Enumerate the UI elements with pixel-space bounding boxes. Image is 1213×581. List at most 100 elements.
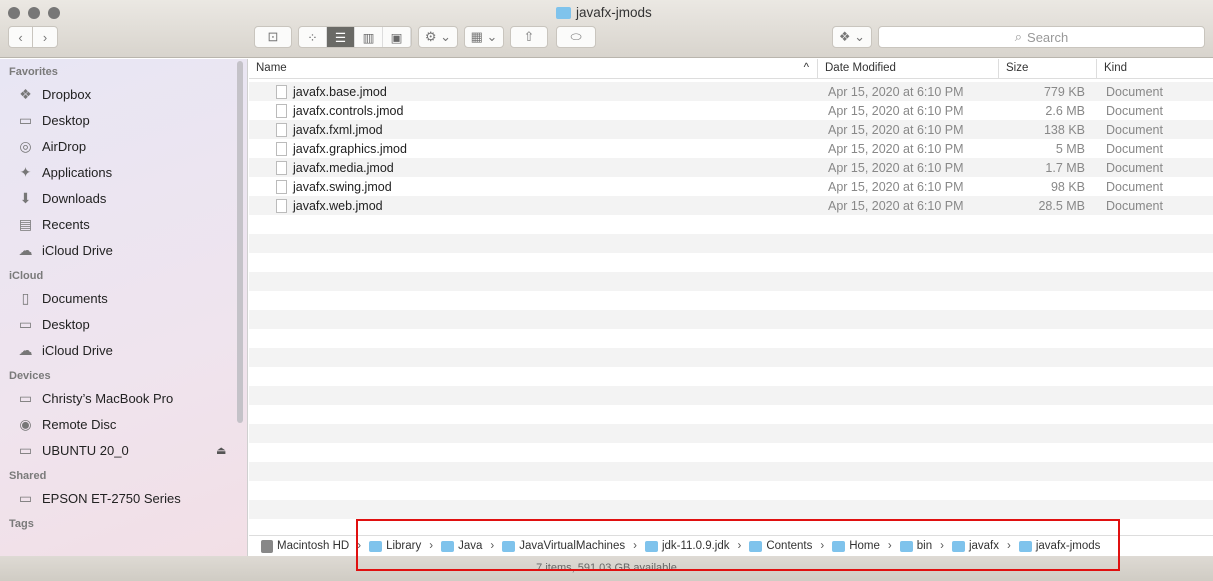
share-button[interactable]: ⇧ — [510, 26, 548, 48]
date-cell: Apr 15, 2020 at 6:10 PM — [828, 160, 964, 175]
sidebar-section-title: Tags — [9, 518, 34, 530]
window-controls — [8, 7, 60, 19]
sidebar-item-icon: ▭ — [18, 441, 33, 458]
file-name: javafx.controls.jmod — [293, 103, 404, 118]
kind-cell: Document — [1106, 198, 1163, 213]
column-view-button[interactable]: ▥ — [355, 27, 383, 47]
file-name-cell: javafx.base.jmod — [249, 84, 818, 99]
sidebar-item-label: Remote Disc — [42, 416, 117, 432]
date-cell: Apr 15, 2020 at 6:10 PM — [828, 179, 964, 194]
table-row[interactable]: javafx.swing.jmod Apr 15, 2020 at 6:10 PM… — [249, 177, 1213, 196]
table-row[interactable]: javafx.fxml.jmod Apr 15, 2020 at 6:10 PM 1… — [249, 120, 1213, 139]
cover-flow-button[interactable]: ▣ — [383, 27, 411, 47]
search-icon: ⌕ — [1014, 29, 1023, 44]
table-row — [249, 481, 1213, 500]
sidebar-item[interactable]: ☁ iCloud Drive — [0, 337, 247, 363]
sidebar-item[interactable]: ⬇ Downloads — [0, 185, 247, 211]
sidebar-item[interactable]: ☁ iCloud Drive — [0, 237, 247, 263]
new-folder-button[interactable]: ⊡ — [254, 26, 292, 48]
sidebar-item-icon: ▭ — [18, 111, 33, 128]
table-row — [249, 253, 1213, 272]
sidebar-item-icon: ▭ — [18, 489, 33, 506]
eject-icon[interactable]: ⏏ — [216, 444, 226, 457]
table-row — [249, 291, 1213, 310]
tag-icon: ⬭ — [570, 29, 582, 44]
document-icon — [276, 160, 287, 175]
kind-cell: Document — [1106, 84, 1163, 99]
gear-icon: ⚙ ⌄ — [424, 29, 452, 44]
column-name-label: Name — [256, 62, 287, 74]
document-icon — [276, 84, 287, 99]
table-row — [249, 367, 1213, 386]
icon-view-button[interactable]: ⁘ — [299, 27, 327, 47]
column-header-date[interactable]: Date Modified — [818, 59, 999, 78]
table-row — [249, 405, 1213, 424]
sidebar-item[interactable]: ▤ Recents — [0, 211, 247, 237]
date-cell: Apr 15, 2020 at 6:10 PM — [828, 122, 964, 137]
sidebar-item-label: Christy’s MacBook Pro — [42, 390, 174, 406]
sidebar-item[interactable]: ▯ Documents — [0, 285, 247, 311]
table-row[interactable]: javafx.web.jmod Apr 15, 2020 at 6:10 PM 28… — [249, 196, 1213, 215]
sidebar-item[interactable]: ✦ Applications — [0, 159, 247, 185]
dropbox-button[interactable]: ❖ ⌄ — [832, 26, 872, 48]
sidebar-item-icon: ☁ — [18, 241, 33, 258]
table-row[interactable]: javafx.base.jmod Apr 15, 2020 at 6:10 PM 7… — [249, 82, 1213, 101]
group-menu-button[interactable]: ▦ ⌄ — [464, 26, 504, 48]
sidebar-section-title: Devices — [9, 370, 51, 382]
table-row[interactable]: javafx.graphics.jmod Apr 15, 2020 at 6:10… — [249, 139, 1213, 158]
sidebar-item[interactable]: ❖ Dropbox — [0, 81, 247, 107]
sidebar-item[interactable]: ▭ Desktop — [0, 311, 247, 337]
file-name: javafx.base.jmod — [293, 84, 387, 99]
file-name: javafx.swing.jmod — [293, 179, 392, 194]
size-cell: 98 KB — [1050, 179, 1085, 194]
path-segment[interactable]: Macintosh HD — [261, 539, 349, 553]
table-row — [249, 215, 1213, 234]
table-row[interactable]: javafx.media.jmod Apr 15, 2020 at 6:10 PM… — [249, 158, 1213, 177]
search-input[interactable]: ⌕ Search — [878, 26, 1205, 48]
back-button[interactable]: ‹ — [8, 26, 33, 48]
tag-button[interactable]: ⬭ — [556, 26, 596, 48]
file-name-cell: javafx.media.jmod — [249, 160, 818, 175]
column-header-kind[interactable]: Kind — [1097, 59, 1134, 78]
sort-ascending-icon: ^ — [803, 62, 809, 74]
document-icon — [276, 198, 287, 213]
size-cell: 1.7 MB — [1045, 160, 1085, 175]
kind-cell: Document — [1106, 122, 1163, 137]
table-row — [249, 272, 1213, 291]
table-row — [249, 500, 1213, 519]
date-cell: Apr 15, 2020 at 6:10 PM — [828, 198, 964, 213]
file-name-cell: javafx.swing.jmod — [249, 179, 818, 194]
sidebar-item-icon: ✦ — [19, 163, 32, 180]
file-rows: javafx.base.jmod Apr 15, 2020 at 6:10 PM 7… — [249, 79, 1213, 535]
size-cell: 779 KB — [1043, 84, 1085, 99]
size-cell: 28.5 MB — [1038, 198, 1085, 213]
column-header-size[interactable]: Size — [999, 59, 1097, 78]
sidebar-item[interactable]: ◎ AirDrop — [0, 133, 247, 159]
table-row — [249, 329, 1213, 348]
size-cell: 138 KB — [1043, 122, 1085, 137]
document-icon — [276, 122, 287, 137]
sidebar-item[interactable]: ▭ EPSON ET-2750 Series — [0, 485, 247, 511]
sidebar-item-icon: ▭ — [18, 315, 33, 332]
sidebar-item[interactable]: ▭ Desktop — [0, 107, 247, 133]
size-cell: 2.6 MB — [1045, 103, 1085, 118]
column-header-name[interactable]: Name ^ — [249, 59, 818, 78]
action-menu-button[interactable]: ⚙ ⌄ — [418, 26, 458, 48]
sidebar-scrollbar[interactable] — [237, 61, 243, 423]
minimize-button[interactable] — [28, 7, 40, 19]
file-name-cell: javafx.fxml.jmod — [249, 122, 818, 137]
sidebar-item[interactable]: ◉ Remote Disc — [0, 411, 247, 437]
sidebar: Favorites ❖ Dropbox ▭ Desktop ◎ AirDrop ✦ Applic… — [0, 59, 248, 556]
table-row[interactable]: javafx.controls.jmod Apr 15, 2020 at 6:10… — [249, 101, 1213, 120]
zoom-button[interactable] — [48, 7, 60, 19]
sidebar-item[interactable]: ▭ Christy’s MacBook Pro — [0, 385, 247, 411]
sidebar-item[interactable]: ▭ UBUNTU 20_0 ⏏ — [0, 437, 247, 463]
table-row — [249, 386, 1213, 405]
date-cell: Apr 15, 2020 at 6:10 PM — [828, 141, 964, 156]
list-view-button[interactable]: ☰ — [327, 27, 355, 47]
search-placeholder: Search — [1027, 29, 1069, 45]
forward-button[interactable]: › — [32, 26, 58, 48]
sidebar-item-icon: ☁ — [18, 341, 33, 358]
sidebar-section-title: Favorites — [9, 66, 58, 78]
close-button[interactable] — [8, 7, 20, 19]
